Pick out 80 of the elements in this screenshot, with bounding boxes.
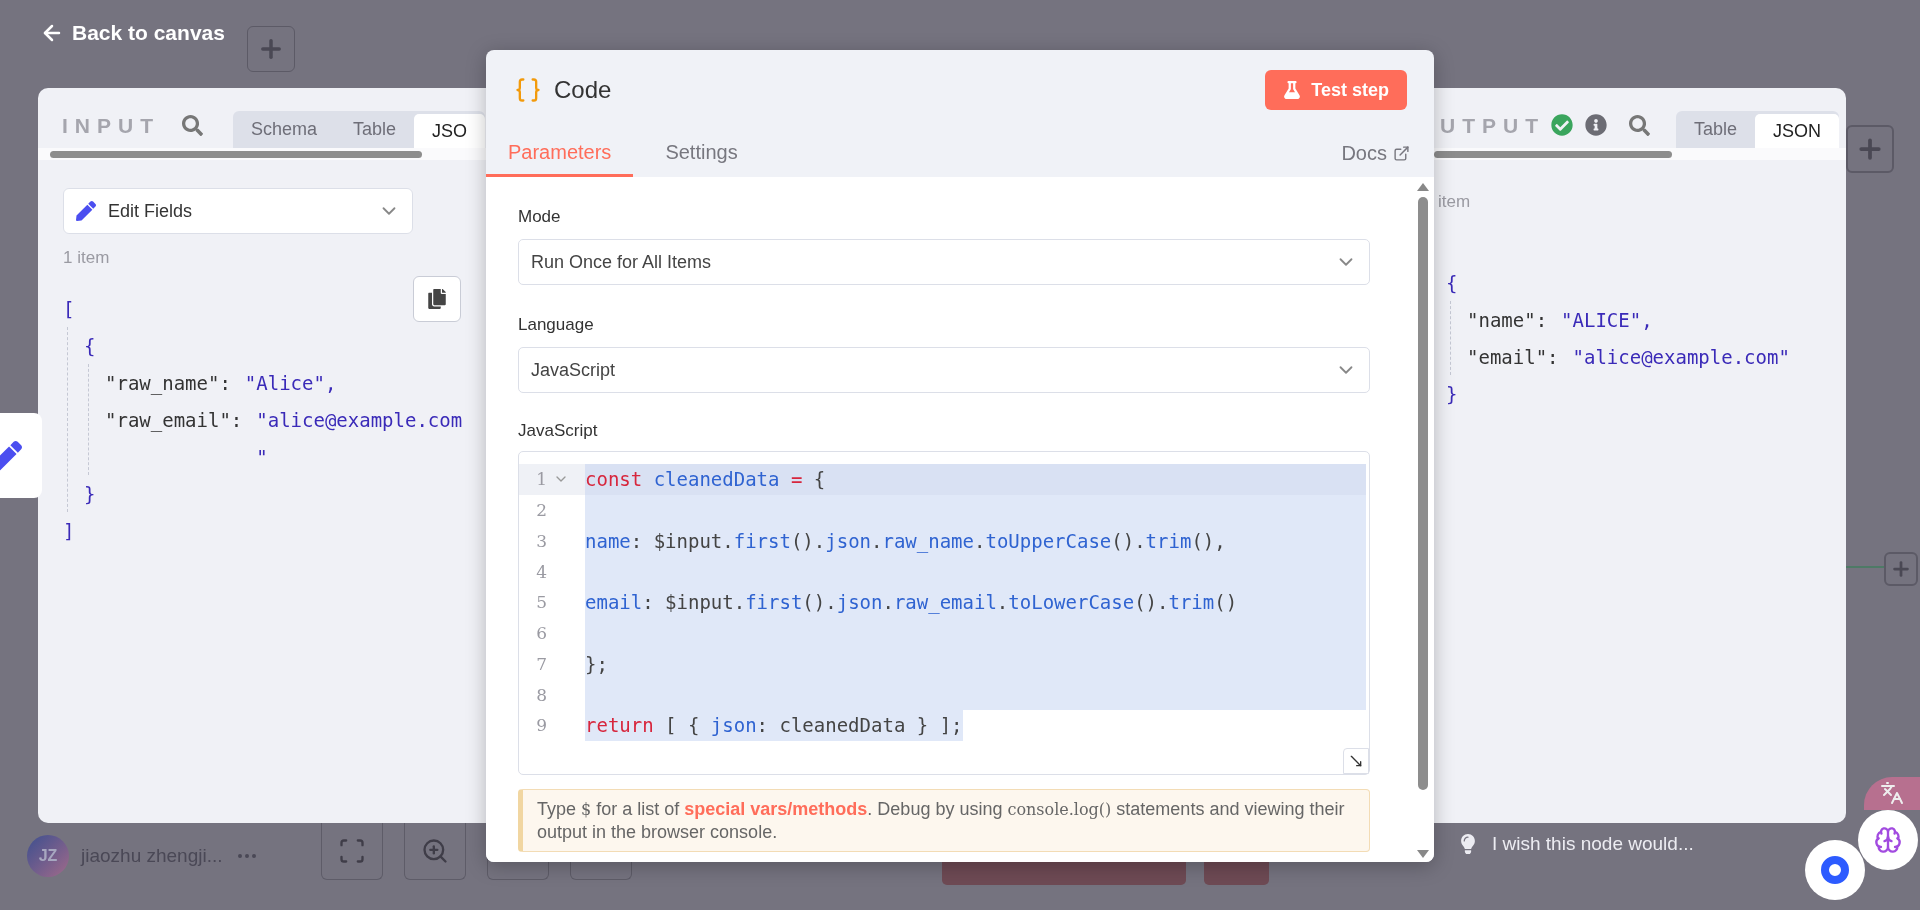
pencil-icon [0, 440, 22, 471]
docs-link[interactable]: Docs [1341, 130, 1410, 177]
json-value: "ALICE", [1561, 308, 1653, 331]
field-label: Language [518, 315, 595, 335]
plus-icon [1890, 558, 1912, 580]
item-count: 1 item [63, 248, 111, 268]
braces-icon [514, 76, 542, 104]
field-label: Mode [518, 207, 562, 227]
view-tab[interactable]: Table [335, 111, 415, 148]
line-number: 8 [535, 684, 547, 705]
special-vars-link[interactable]: special vars/methods [684, 799, 868, 819]
view-tab[interactable]: JSO [414, 114, 486, 148]
horizontal-scrollbar[interactable] [38, 148, 486, 160]
user-avatar[interactable]: JZ [27, 835, 69, 877]
feedback-link[interactable]: I wish this node would... [1492, 833, 1694, 855]
line-number: 5 [535, 592, 547, 613]
json-value: "alice@example.com" [1572, 345, 1790, 368]
chat-button[interactable] [1805, 840, 1865, 900]
dialog-title: Code [554, 76, 613, 104]
copy-button[interactable] [413, 276, 461, 322]
lightbulb-icon [1458, 834, 1478, 854]
line-number: 1 [535, 469, 547, 490]
zoom-in-icon [421, 837, 449, 865]
fit-view-button[interactable] [321, 823, 383, 880]
back-to-canvas-link[interactable]: Back to canvas [40, 20, 225, 46]
resize-button[interactable] [1343, 748, 1369, 774]
brain-icon [1874, 826, 1902, 854]
node-select[interactable]: Edit Fields [63, 188, 413, 234]
hint-text: Type $ for a list of special vars/methods. Debug by using console.log() statements and viewing their output in the browser console. [518, 789, 1370, 852]
json-value: " [256, 445, 268, 468]
zoom-in-button[interactable] [404, 823, 466, 880]
json-bracket: { [1446, 271, 1458, 294]
assistant-button[interactable] [1858, 810, 1918, 870]
json-bracket: [ [63, 297, 75, 320]
info-icon[interactable] [1585, 114, 1607, 136]
copy-icon [427, 289, 447, 309]
line-number: 6 [535, 623, 547, 644]
view-tab[interactable]: Table [1676, 111, 1756, 148]
side-node[interactable] [0, 413, 42, 498]
field-label: JavaScript [518, 421, 599, 441]
json-key: "email": [1467, 345, 1559, 368]
search-icon[interactable] [182, 115, 203, 136]
line-number: 2 [535, 500, 547, 521]
fullscreen-icon [338, 837, 366, 865]
json-key: "raw_name": [105, 371, 231, 394]
json-key: "raw_email": [105, 408, 243, 431]
code-editor[interactable]: 1 const cleanedData = { 2 3 name: $input.first().json.raw_name.toUpperCase().trim(), 4 5 email: $input.first().json.raw_email.toLowerCase().trim() 6 7 }; 8 9 return [ { json: cleanedData } ]; [518, 451, 1370, 775]
add-node-button[interactable] [246, 26, 295, 72]
view-tab[interactable]: JSON [1755, 114, 1840, 148]
vertical-scrollbar[interactable] [1416, 183, 1430, 858]
external-link-icon [1393, 145, 1410, 162]
input-panel-title: INPUT [62, 114, 160, 139]
translate-icon [1880, 781, 1904, 805]
item-count: item [1438, 192, 1472, 212]
json-bracket: ] [63, 519, 75, 542]
line-number: 3 [535, 530, 547, 551]
resize-icon [1348, 753, 1364, 769]
json-value: "alice@example.com [256, 408, 463, 431]
json-value: "Alice", [244, 371, 337, 394]
option-select[interactable]: Run Once for All Items [518, 239, 1370, 285]
line-number: 7 [535, 653, 547, 674]
line-number: 4 [535, 561, 547, 582]
add-node-button[interactable] [1846, 125, 1894, 173]
flask-icon [1283, 81, 1302, 99]
dialog-tab[interactable]: Settings [643, 130, 760, 177]
option-select[interactable]: JavaScript [518, 347, 1370, 393]
json-key: "name": [1467, 308, 1548, 331]
search-icon[interactable] [1629, 115, 1650, 136]
add-node-button[interactable] [1884, 552, 1918, 586]
view-tab[interactable]: Schema [233, 111, 336, 148]
json-bracket: { [84, 334, 96, 357]
horizontal-scrollbar[interactable] [1434, 148, 1846, 160]
success-check-icon [1551, 114, 1573, 136]
output-panel-title: UTPUT [1440, 114, 1545, 139]
json-bracket: } [1446, 382, 1458, 405]
translate-button[interactable] [1864, 777, 1920, 810]
json-bracket: } [84, 482, 96, 505]
pencil-icon [76, 201, 96, 221]
test-step-button[interactable]: Test step [1265, 70, 1407, 110]
line-number: 9 [535, 715, 547, 736]
